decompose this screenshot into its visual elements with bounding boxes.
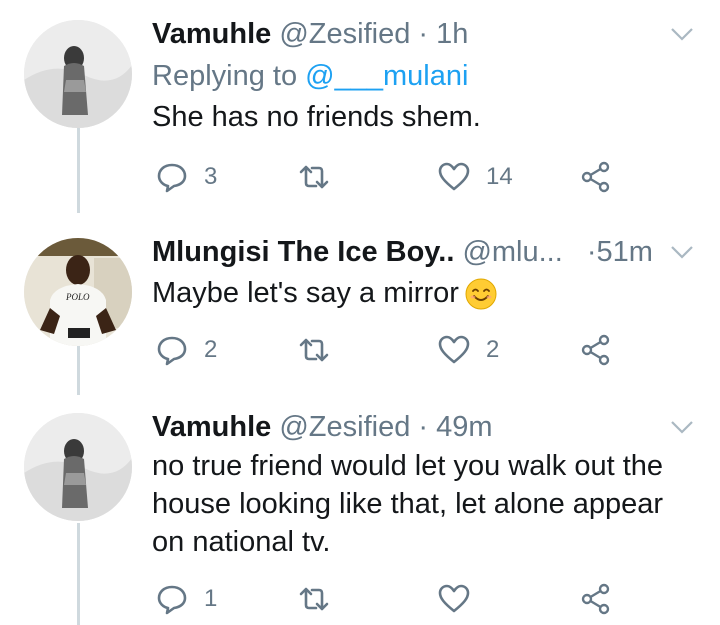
tweet-header: Vamuhle @Zesified · 49m	[152, 407, 660, 447]
tweet-text-content: Maybe let's say a mirror	[152, 277, 459, 309]
like-count: 14	[486, 163, 513, 190]
tweet-text-line: on national tv.	[152, 526, 331, 558]
replying-to-label: Replying to	[152, 60, 298, 92]
like-button[interactable]: 14	[438, 157, 513, 197]
tweet-text: She has no friends shem.	[152, 101, 481, 133]
tweet-text-line: no true friend would let you walk out th…	[152, 450, 664, 482]
avatar[interactable]	[24, 20, 132, 128]
retweet-button[interactable]	[298, 157, 346, 197]
display-name[interactable]: Vamuhle	[152, 411, 271, 443]
like-button[interactable]	[438, 579, 486, 619]
heart-icon	[438, 584, 470, 613]
replying-to: Replying to @___mulani	[152, 56, 468, 96]
chevron-down-icon[interactable]	[670, 26, 694, 42]
reply-count: 2	[204, 336, 218, 363]
tweet-text-line: house looking like that, let alone appea…	[152, 488, 664, 520]
share-button[interactable]	[580, 330, 612, 370]
heart-icon	[438, 162, 470, 191]
tweet[interactable]: POLO Mlungisi The Ice Boy.. @mlu... ·51m…	[0, 232, 720, 392]
share-icon	[581, 161, 610, 193]
reply-icon	[157, 585, 187, 615]
smiling-face-emoji	[465, 278, 497, 310]
chevron-down-icon[interactable]	[670, 419, 694, 435]
action-bar: 1	[152, 579, 632, 619]
user-handle[interactable]: @Zesified	[279, 18, 410, 50]
tweet-text: Maybe let's say a mirror	[152, 274, 497, 312]
reply-count: 1	[204, 585, 218, 612]
reply-icon	[157, 163, 187, 193]
mention-link[interactable]: @___mulani	[305, 60, 468, 92]
retweet-button[interactable]	[298, 579, 346, 619]
user-handle[interactable]: @Zesified	[279, 411, 410, 443]
timestamp[interactable]: 1h	[436, 18, 468, 50]
tweet-header: Mlungisi The Ice Boy.. @mlu... ·51m	[152, 232, 660, 272]
user-handle[interactable]: @mlu...	[462, 236, 562, 268]
share-icon	[581, 583, 610, 615]
share-button[interactable]	[580, 579, 612, 619]
separator-dot: ·	[418, 18, 429, 50]
like-button[interactable]: 2	[438, 330, 499, 370]
retweet-button[interactable]	[298, 330, 346, 370]
avatar[interactable]: POLO	[24, 238, 132, 346]
tweet[interactable]: Vamuhle @Zesified · 1h Replying to @___m…	[0, 14, 720, 214]
display-name[interactable]: Vamuhle	[152, 18, 271, 50]
retweet-icon	[299, 338, 329, 362]
retweet-icon	[299, 165, 329, 189]
reply-icon	[157, 336, 187, 366]
timestamp[interactable]: 51m	[597, 236, 653, 268]
avatar-shirt-text: POLO	[65, 292, 90, 302]
tweet-header: Vamuhle @Zesified · 1h	[152, 14, 660, 54]
reply-count: 3	[204, 163, 218, 190]
tweet[interactable]: Vamuhle @Zesified · 49m no true friend w…	[0, 407, 720, 625]
separator-dot: ·	[586, 236, 597, 268]
action-bar: 3 14	[152, 157, 632, 197]
share-icon	[581, 334, 610, 366]
display-name[interactable]: Mlungisi The Ice Boy..	[152, 236, 454, 268]
retweet-icon	[299, 587, 329, 611]
separator-dot: ·	[418, 411, 429, 443]
reply-button[interactable]: 2	[156, 330, 217, 370]
reply-button[interactable]: 1	[156, 579, 217, 619]
tweet-text: no true friend would let you walk out th…	[152, 447, 663, 561]
timestamp[interactable]: 49m	[436, 411, 492, 443]
share-button[interactable]	[580, 157, 612, 197]
heart-icon	[438, 335, 470, 364]
reply-button[interactable]: 3	[156, 157, 217, 197]
like-count: 2	[486, 336, 500, 363]
chevron-down-icon[interactable]	[670, 244, 694, 260]
avatar[interactable]	[24, 413, 132, 521]
action-bar: 2 2	[152, 330, 632, 370]
